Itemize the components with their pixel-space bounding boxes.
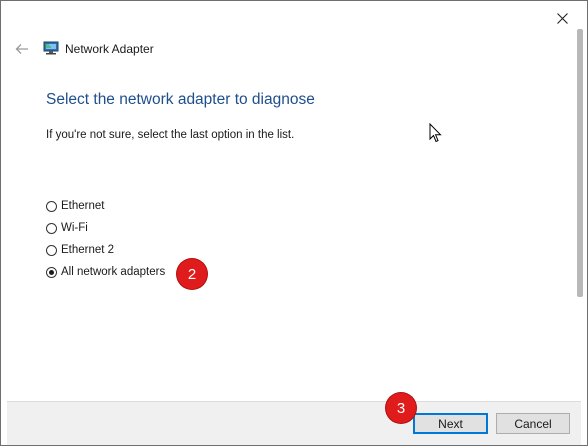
- radio-all-network-adapters[interactable]: [46, 266, 57, 278]
- option-all-network-adapters-label: All network adapters: [61, 266, 166, 278]
- step-badge-3: 3: [386, 393, 416, 423]
- radio-ethernet[interactable]: [46, 200, 57, 212]
- window-title: Network Adapter: [65, 42, 154, 56]
- radio-ethernet-2[interactable]: [46, 244, 57, 256]
- back-arrow-icon: [15, 44, 28, 54]
- page-heading: Select the network adapter to diagnose: [46, 91, 315, 108]
- close-icon: [556, 12, 568, 24]
- option-ethernet[interactable]: Ethernet: [46, 198, 104, 214]
- option-all-network-adapters[interactable]: All network adapters: [46, 264, 165, 280]
- radio-wifi[interactable]: [46, 222, 57, 234]
- option-wifi-label: Wi-Fi: [61, 222, 88, 234]
- option-ethernet-2-label: Ethernet 2: [61, 244, 115, 256]
- next-button[interactable]: Next: [413, 413, 488, 434]
- button-bar: Next Cancel: [7, 401, 581, 445]
- network-adapter-icon: [43, 41, 59, 55]
- step-badge-2: 2: [177, 259, 207, 289]
- scrollbar[interactable]: [577, 29, 583, 297]
- page-description: If you're not sure, select the last opti…: [46, 129, 295, 141]
- cancel-button[interactable]: Cancel: [496, 413, 570, 434]
- option-ethernet-2[interactable]: Ethernet 2: [46, 242, 114, 258]
- close-button[interactable]: [549, 7, 575, 29]
- option-wifi[interactable]: Wi-Fi: [46, 220, 88, 236]
- back-button[interactable]: [13, 41, 31, 57]
- dialog-window: Network Adapter Select the network adapt…: [0, 0, 588, 446]
- mouse-cursor-icon: [429, 123, 442, 143]
- option-ethernet-label: Ethernet: [61, 200, 105, 212]
